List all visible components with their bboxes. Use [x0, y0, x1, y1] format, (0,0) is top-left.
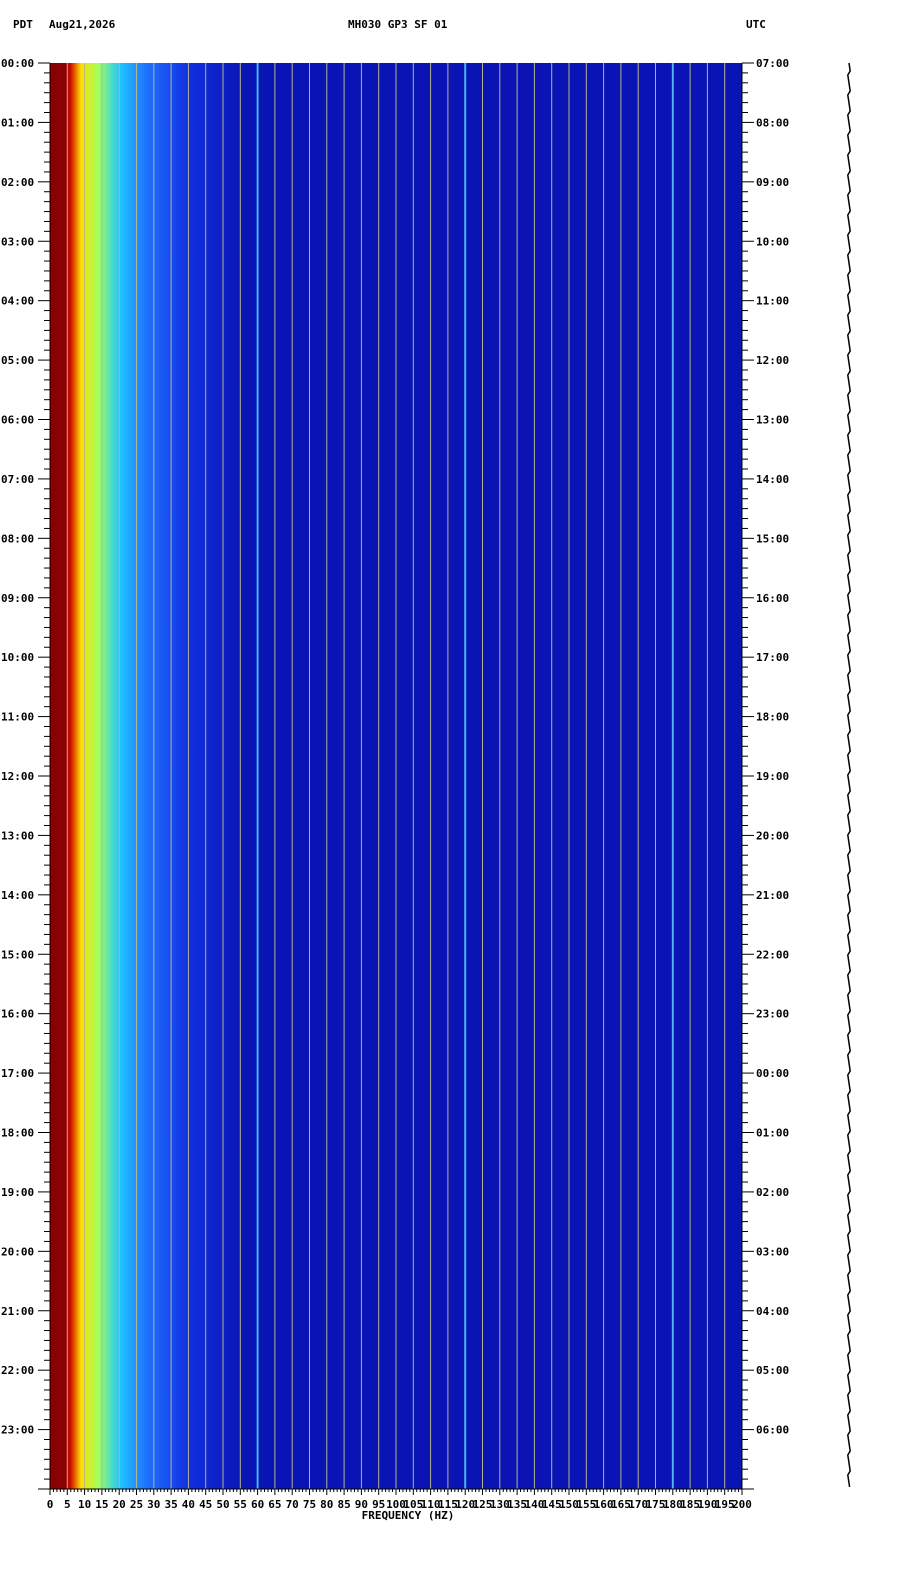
y-left-tick-label-05:00: 05:00 [1, 354, 34, 367]
y-left-tick-label-13:00: 13:00 [1, 829, 34, 842]
x-tick-label-55: 55 [234, 1498, 247, 1511]
seismic-trace-path [847, 62, 851, 1488]
x-tick-label-70: 70 [286, 1498, 299, 1511]
x-tick-label-80: 80 [320, 1498, 333, 1511]
y-right-tick-label-19:00: 19:00 [756, 770, 789, 783]
y-right-tick-label-02:00: 02:00 [756, 1186, 789, 1199]
y-right-tick-label-06:00: 06:00 [756, 1424, 789, 1437]
seismic-trace [847, 62, 851, 1488]
y-right-tick-label-04:00: 04:00 [756, 1305, 789, 1318]
x-tick-label-75: 75 [303, 1498, 316, 1511]
x-axis: 0 5 10 15 20 25 30 35 40 45 50 55 60 65 70 75 80 85 90 95 10… [47, 1488, 752, 1511]
y-left-tick-label-00:00: 00:00 [1, 57, 34, 70]
y-right-tick-label-23:00: 23:00 [756, 1008, 789, 1021]
y-left-tick-label-11:00: 11:00 [1, 711, 34, 724]
x-tick-label-20: 20 [113, 1498, 126, 1511]
y-right-tick-label-12:00: 12:00 [756, 354, 789, 367]
y-right-tick-label-07:00: 07:00 [756, 57, 789, 70]
y-right-tick-label-16:00: 16:00 [756, 592, 789, 605]
x-tick-label-65: 65 [268, 1498, 281, 1511]
y-right-tick-label-18:00: 18:00 [756, 711, 789, 724]
x-tick-label-40: 40 [182, 1498, 195, 1511]
y-right-tick-label-09:00: 09:00 [756, 176, 789, 189]
y-left-tick-label-04:00: 04:00 [1, 295, 34, 308]
x-tick-label-45: 45 [199, 1498, 212, 1511]
x-axis-label: FREQUENCY (HZ) [362, 1509, 455, 1522]
y-left-tick-label-02:00: 02:00 [1, 176, 34, 189]
y-right-tick-label-05:00: 05:00 [756, 1364, 789, 1377]
y-left-tick-label-15:00: 15:00 [1, 948, 34, 961]
y-right-tick-label-21:00: 21:00 [756, 889, 789, 902]
y-right-tick-label-20:00: 20:00 [756, 829, 789, 842]
y-left-tick-label-14:00: 14:00 [1, 889, 34, 902]
y-right-tick-label-17:00: 17:00 [756, 651, 789, 664]
y-left-tick-label-08:00: 08:00 [1, 532, 34, 545]
x-tick-label-85: 85 [337, 1498, 350, 1511]
x-tick-label-0: 0 [47, 1498, 54, 1511]
y-left-tick-label-06:00: 06:00 [1, 414, 34, 427]
y-right-tick-label-10:00: 10:00 [756, 235, 789, 248]
y-left-tick-label-03:00: 03:00 [1, 235, 34, 248]
y-left-tick-label-10:00: 10:00 [1, 651, 34, 664]
x-tick-label-15: 15 [95, 1498, 108, 1511]
y-axis-left: 00:00 01:00 02:00 03:00 04:00 05:00 06:00 07:00… [1, 57, 51, 1490]
y-left-tick-label-12:00: 12:00 [1, 770, 34, 783]
y-left-tick-label-16:00: 16:00 [1, 1008, 34, 1021]
y-left-tick-label-23:00: 23:00 [1, 1424, 34, 1437]
y-left-tick-label-18:00: 18:00 [1, 1127, 34, 1140]
x-tick-label-5: 5 [64, 1498, 71, 1511]
y-left-tick-label-09:00: 09:00 [1, 592, 34, 605]
y-right-tick-label-22:00: 22:00 [756, 948, 789, 961]
y-left-tick-label-21:00: 21:00 [1, 1305, 34, 1318]
spectrogram-chart: 0 5 10 15 20 25 30 35 40 45 50 55 60 65 70 75 80 85 90 95 10… [1, 57, 851, 1522]
y-right-tick-label-08:00: 08:00 [756, 116, 789, 129]
x-tick-label-60: 60 [251, 1498, 264, 1511]
y-right-tick-label-14:00: 14:00 [756, 473, 789, 486]
x-tick-label-30: 30 [147, 1498, 160, 1511]
y-left-tick-label-07:00: 07:00 [1, 473, 34, 486]
y-right-tick-label-00:00: 00:00 [756, 1067, 789, 1080]
y-left-tick-label-01:00: 01:00 [1, 116, 34, 129]
y-left-tick-label-19:00: 19:00 [1, 1186, 34, 1199]
y-left-tick-label-20:00: 20:00 [1, 1245, 34, 1258]
y-right-tick-label-15:00: 15:00 [756, 532, 789, 545]
y-right-tick-label-03:00: 03:00 [756, 1245, 789, 1258]
y-right-tick-label-13:00: 13:00 [756, 414, 789, 427]
y-axis-right: 07:00 08:00 09:00 10:00 11:00 12:00 13:00 14:00… [741, 57, 789, 1490]
y-right-tick-label-01:00: 01:00 [756, 1127, 789, 1140]
y-left-tick-label-17:00: 17:00 [1, 1067, 34, 1080]
y-left-tick-label-22:00: 22:00 [1, 1364, 34, 1377]
x-tick-label-50: 50 [216, 1498, 229, 1511]
x-tick-label-35: 35 [164, 1498, 177, 1511]
y-right-tick-label-11:00: 11:00 [756, 295, 789, 308]
x-tick-label-25: 25 [130, 1498, 143, 1511]
x-tick-label-10: 10 [78, 1498, 91, 1511]
x-tick-label-200: 200 [732, 1498, 752, 1511]
